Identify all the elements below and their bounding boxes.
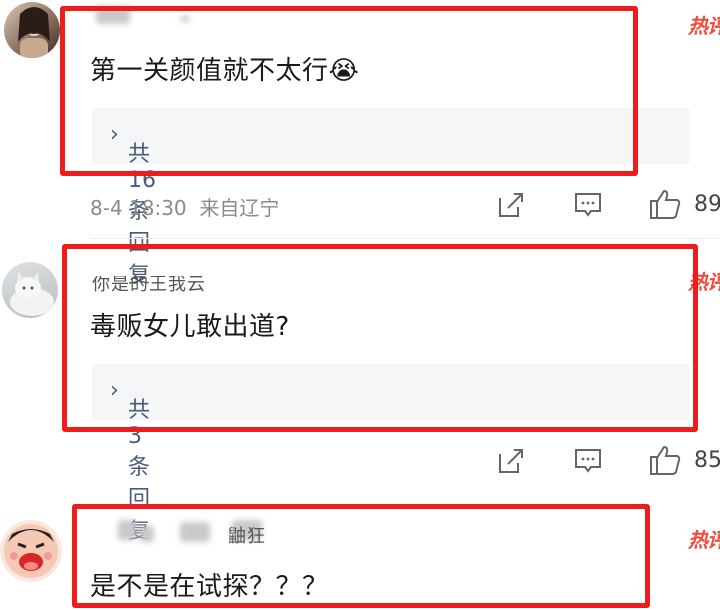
comment-1: 第一关颜值就不太行😭 共16条回复 › 热评 8-4 18:30 来自辽宁 89 [0, 0, 720, 288]
avatar[interactable] [0, 520, 62, 582]
cat-photo-icon [10, 272, 54, 316]
username[interactable]: 鼬狂 [228, 522, 266, 548]
reply-icon[interactable] [573, 190, 603, 220]
username-redacted [96, 6, 130, 24]
username-redacted [118, 520, 136, 540]
share-icon[interactable] [496, 190, 526, 220]
like-count: 85 [694, 448, 720, 473]
view-replies-button[interactable]: 共16条回复 › [92, 108, 690, 288]
view-replies-button[interactable]: 共3条回复 › [92, 364, 690, 544]
avatar[interactable] [4, 2, 60, 58]
like-icon[interactable] [648, 444, 682, 476]
username-redacted [180, 16, 190, 22]
hot-badge: 热评 [688, 14, 720, 38]
replies-label: 共3条回复 › [110, 378, 150, 544]
comment-meta: 8-4 18:30 来自辽宁 [90, 192, 279, 221]
username-redacted [140, 526, 154, 542]
comment-3: 鼬狂 是不是在试探？？？ 热评 [0, 490, 720, 610]
comment-text: 是不是在试探？？？ [90, 572, 329, 602]
reply-icon[interactable] [573, 446, 603, 476]
username[interactable]: 你是的王我云 [92, 276, 206, 296]
comment-2: 你是的王我云 毒贩女儿敢出道? 共3条回复 › 热评 85 [0, 240, 720, 544]
divider [90, 238, 720, 239]
comment-time: 8-4 18:30 [90, 196, 187, 220]
avatar[interactable] [2, 262, 58, 318]
like-icon[interactable] [648, 188, 682, 220]
chevron-right-icon: › [110, 378, 119, 403]
comment-text: 第一关颜值就不太行😭 [90, 56, 360, 86]
chevron-right-icon: › [110, 122, 119, 147]
user-photo-icon [18, 7, 50, 58]
username-redacted [180, 522, 210, 542]
share-icon[interactable] [496, 446, 526, 476]
hot-badge: 热评 [688, 528, 720, 552]
comment-location: 来自辽宁 [199, 196, 280, 220]
like-count: 89 [694, 192, 720, 217]
comment-text: 毒贩女儿敢出道? [90, 312, 290, 342]
cartoon-avatar-icon [4, 524, 58, 578]
hot-badge: 热评 [688, 270, 720, 294]
replies-label: 共16条回复 › [110, 122, 156, 288]
